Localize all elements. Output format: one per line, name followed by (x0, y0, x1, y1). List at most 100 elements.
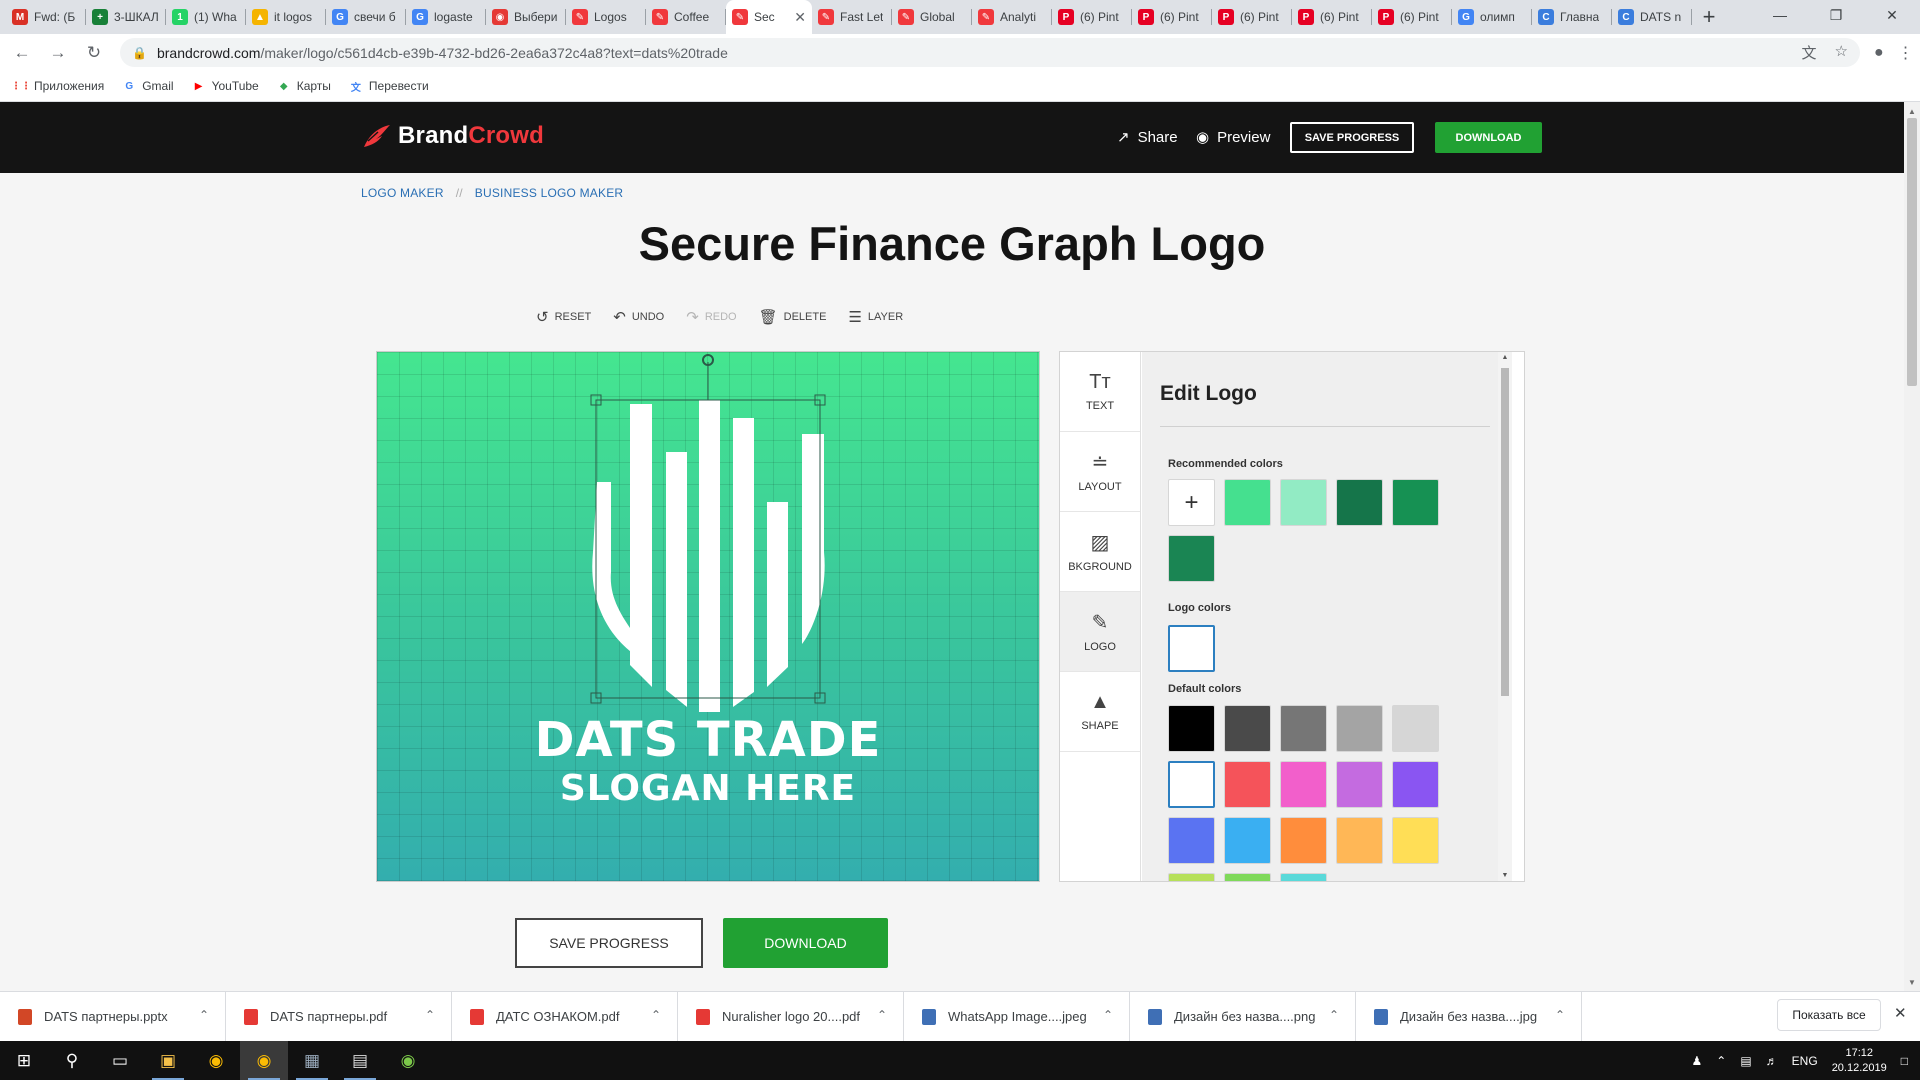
task-view-icon[interactable]: ▭ (96, 1041, 144, 1080)
download-item[interactable]: DATS партнеры.pdf ⌃ (226, 991, 452, 1042)
download-button[interactable]: DOWNLOAD (723, 918, 888, 968)
profile-icon[interactable]: ● (1874, 44, 1884, 62)
logo-color-swatch[interactable] (1168, 625, 1215, 672)
header-download-button[interactable]: DOWNLOAD (1435, 122, 1542, 153)
color-swatch[interactable] (1168, 817, 1215, 864)
color-swatch[interactable] (1168, 873, 1215, 881)
bookmark-item[interactable]: ◆ Карты (277, 79, 331, 93)
chevron-up-icon[interactable]: ⌃ (1329, 1008, 1339, 1022)
browser-tab[interactable]: ✎ Sec ✕ (726, 0, 812, 34)
reset-button[interactable]: ↺ RESET (536, 308, 591, 326)
browser-tab[interactable]: +3-ШКАЛ (86, 0, 166, 34)
windows-start-icon[interactable]: ⊞ (0, 1041, 48, 1080)
volume-icon[interactable]: ♬ (1766, 1054, 1778, 1068)
browser-tab[interactable]: P (6) Pint (1132, 0, 1212, 34)
color-swatch[interactable] (1224, 873, 1271, 881)
browser-tab[interactable]: C Главна (1532, 0, 1612, 34)
color-swatch[interactable] (1168, 535, 1215, 582)
chrome-icon[interactable]: ◉ (192, 1041, 240, 1080)
download-item[interactable]: Nuralisher logo 20....pdf ⌃ (678, 991, 904, 1042)
header-save-progress-button[interactable]: SAVE PROGRESS (1290, 122, 1414, 153)
browser-tab[interactable]: ✎ Analyti (972, 0, 1052, 34)
logo-company-name[interactable]: DATS TRADE (377, 712, 1039, 768)
chevron-up-icon[interactable]: ⌃ (1555, 1008, 1565, 1022)
download-item[interactable]: WhatsApp Image....jpeg ⌃ (904, 991, 1130, 1042)
browser-tab[interactable]: P (6) Pint (1212, 0, 1292, 34)
star-icon[interactable]: ☆ (1835, 42, 1848, 63)
scroll-up-icon[interactable]: ▲ (1498, 354, 1512, 361)
search-icon[interactable]: ⚲ (48, 1041, 96, 1080)
browser-tab[interactable]: 1 (1) Wha (166, 0, 246, 34)
browser-tab[interactable]: Glogaste (406, 0, 486, 34)
color-swatch[interactable] (1280, 817, 1327, 864)
color-swatch[interactable] (1280, 761, 1327, 808)
logo-canvas[interactable]: DATS TRADE SLOGAN HERE (376, 351, 1040, 882)
close-window-button[interactable]: ✕ (1864, 0, 1920, 30)
add-color-button[interactable]: + (1168, 479, 1215, 526)
download-item[interactable]: Дизайн без назва....png ⌃ (1130, 991, 1356, 1042)
close-shelf-icon[interactable]: ✕ (1894, 1004, 1907, 1022)
reload-button[interactable]: ↻ (80, 39, 108, 67)
preview-link[interactable]: ◉ Preview (1196, 128, 1270, 147)
bookmark-item[interactable]: ⋮⋮ Приложения (11, 79, 104, 93)
browser-tab[interactable]: ✎ Global (892, 0, 972, 34)
panel-scroll-thumb[interactable] (1501, 368, 1509, 696)
color-swatch[interactable] (1336, 761, 1383, 808)
network-icon[interactable]: ▤ (1740, 1054, 1751, 1068)
color-swatch[interactable] (1224, 479, 1271, 526)
language-indicator[interactable]: ENG (1792, 1054, 1818, 1068)
tab-shape[interactable]: ▲ SHAPE (1060, 672, 1140, 752)
breadcrumb-business-logo-maker[interactable]: BUSINESS LOGO MAKER (475, 186, 624, 200)
minimize-button[interactable]: — (1752, 0, 1808, 30)
save-progress-button[interactable]: SAVE PROGRESS (515, 918, 703, 968)
color-swatch[interactable] (1392, 705, 1439, 752)
color-swatch[interactable] (1336, 705, 1383, 752)
tab-text[interactable]: Tт TEXT (1060, 352, 1140, 432)
notes-icon[interactable]: ▤ (336, 1041, 384, 1080)
new-tab-button[interactable]: + (1692, 0, 1726, 34)
notifications-icon[interactable]: □ (1901, 1054, 1908, 1068)
clock[interactable]: 17:12 20.12.2019 (1832, 1046, 1887, 1076)
menu-icon[interactable]: ⋮ (1898, 43, 1914, 63)
breadcrumb-logo-maker[interactable]: LOGO MAKER (361, 186, 444, 200)
chrome-active-icon[interactable]: ◉ (240, 1041, 288, 1080)
app-icon[interactable]: ▦ (288, 1041, 336, 1080)
address-bar[interactable]: 🔒 brandcrowd.com/maker/logo/c561d4cb-e39… (120, 38, 1860, 67)
tab-bkground[interactable]: ▨ BKGROUND (1060, 512, 1140, 592)
bookmark-item[interactable]: ▶ YouTube (192, 79, 259, 93)
color-swatch[interactable] (1224, 761, 1271, 808)
browser-tab[interactable]: P (6) Pint (1052, 0, 1132, 34)
show-all-downloads-button[interactable]: Показать все (1777, 999, 1881, 1031)
color-swatch[interactable] (1168, 761, 1215, 808)
chevron-up-icon[interactable]: ⌃ (1103, 1008, 1113, 1022)
redo-button[interactable]: ↷ REDO (686, 308, 736, 326)
color-swatch[interactable] (1168, 705, 1215, 752)
color-swatch[interactable] (1392, 479, 1439, 526)
color-swatch[interactable] (1224, 817, 1271, 864)
chevron-up-icon[interactable]: ⌃ (877, 1008, 887, 1022)
browser-tab[interactable]: M Fwd: (Б (6, 0, 86, 34)
delete-button[interactable]: 🗑 DELETE (759, 308, 827, 326)
browser-tab[interactable]: ◉ Выбери (486, 0, 566, 34)
layer-button[interactable]: ☰ LAYER (848, 308, 903, 326)
logo-graphic[interactable] (377, 352, 1039, 712)
download-item[interactable]: DATS партнеры.pptx ⌃ (0, 991, 226, 1042)
tab-layout[interactable]: ≐ LAYOUT (1060, 432, 1140, 512)
undo-button[interactable]: ↶ UNDO (613, 308, 664, 326)
page-scroll-thumb[interactable] (1907, 118, 1917, 386)
color-swatch[interactable] (1280, 479, 1327, 526)
page-scroll-down-icon[interactable]: ▼ (1904, 975, 1920, 989)
browser-tab[interactable]: Gсвечи б (326, 0, 406, 34)
forward-button[interactable]: → (44, 39, 72, 67)
tray-expand-icon[interactable]: ⌃ (1716, 1054, 1726, 1068)
color-swatch[interactable] (1392, 817, 1439, 864)
browser-tab[interactable]: ▲ it logos (246, 0, 326, 34)
download-item[interactable]: ДАТС ОЗНАКОМ.pdf ⌃ (452, 991, 678, 1042)
file-explorer-icon[interactable]: ▣ (144, 1041, 192, 1080)
bookmark-item[interactable]: 文 Перевести (349, 79, 429, 94)
color-swatch[interactable] (1280, 705, 1327, 752)
brandcrowd-logo[interactable]: BrandCrowd (362, 122, 544, 150)
download-item[interactable]: Дизайн без назва....jpg ⌃ (1356, 991, 1582, 1042)
browser-tab[interactable]: Gолимп (1452, 0, 1532, 34)
tab-close-icon[interactable]: ✕ (794, 9, 806, 26)
